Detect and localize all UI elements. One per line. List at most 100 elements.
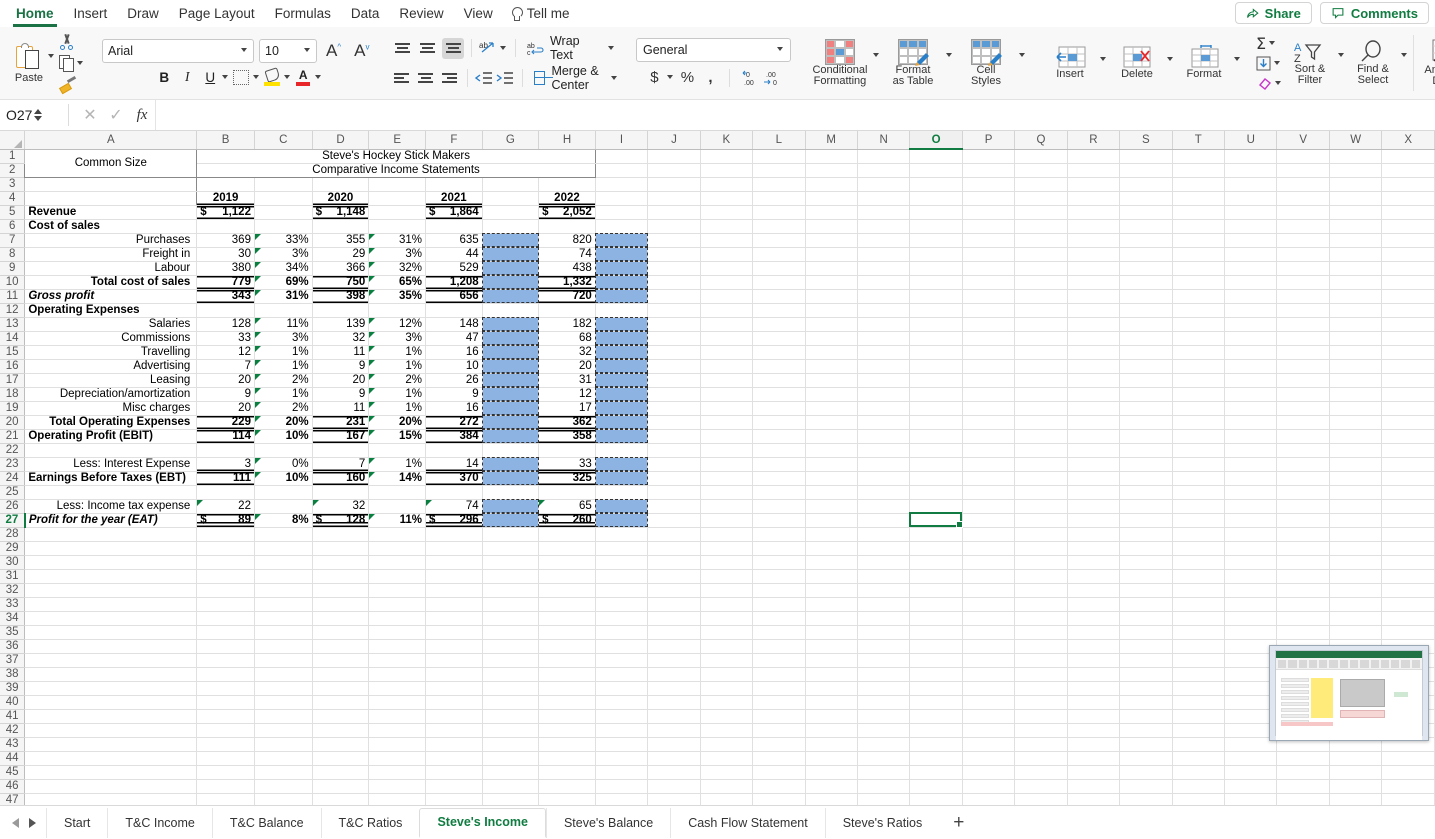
cell-Q42[interactable] (1014, 723, 1068, 738)
cell-G28[interactable] (482, 527, 540, 542)
cell-G34[interactable] (482, 611, 540, 626)
cell-F37[interactable] (425, 653, 483, 668)
cell-C17[interactable]: 2% (254, 373, 313, 388)
cell-X30[interactable] (1381, 555, 1435, 570)
cell-R31[interactable] (1067, 569, 1121, 584)
row-header-16[interactable]: 16 (0, 359, 26, 374)
cell-I46[interactable] (595, 779, 649, 794)
fill-color-dropdown-caret[interactable] (284, 74, 291, 81)
cell-A9[interactable]: Labour (24, 261, 198, 276)
cell-S41[interactable] (1119, 709, 1173, 724)
cell-H10[interactable]: 1,332 (538, 275, 596, 290)
cell-J47[interactable] (647, 793, 701, 805)
cell-S35[interactable] (1119, 625, 1173, 640)
cell-S6[interactable] (1119, 219, 1173, 234)
cell-P37[interactable] (962, 653, 1016, 668)
cell-Q10[interactable] (1014, 275, 1068, 290)
column-header-J[interactable]: J (647, 131, 701, 150)
cell-N15[interactable] (857, 345, 911, 360)
cell-A8[interactable]: Freight in (24, 247, 198, 262)
cell-A25[interactable] (24, 485, 198, 500)
cell-G47[interactable] (482, 793, 540, 805)
cell-K19[interactable] (700, 401, 754, 416)
align-top-button[interactable] (391, 38, 413, 59)
cell-O11[interactable] (909, 289, 963, 304)
cell-Q20[interactable] (1014, 415, 1068, 430)
cell-M8[interactable] (805, 247, 858, 262)
cell-J26[interactable] (647, 499, 701, 514)
cell-N19[interactable] (857, 401, 911, 416)
cell-F39[interactable] (425, 681, 483, 696)
cell-V4[interactable] (1276, 191, 1330, 206)
cell-N11[interactable] (857, 289, 911, 304)
cell-T2[interactable] (1172, 163, 1226, 178)
cell-F32[interactable] (425, 583, 483, 598)
cell-P10[interactable] (962, 275, 1016, 290)
cell-D12[interactable] (312, 303, 370, 318)
cell-J30[interactable] (647, 555, 701, 570)
cell-J35[interactable] (647, 625, 701, 640)
cell-O37[interactable] (909, 653, 963, 668)
cell-I3[interactable] (595, 177, 649, 192)
increase-decimal-button[interactable]: 0.00 (739, 67, 759, 89)
row-header-32[interactable]: 32 (0, 583, 26, 598)
cell-R11[interactable] (1067, 289, 1121, 304)
cell-Q33[interactable] (1014, 597, 1068, 612)
cell-I9[interactable] (595, 261, 649, 276)
cell-J33[interactable] (647, 597, 701, 612)
cell-U32[interactable] (1224, 583, 1278, 598)
cell-E23[interactable]: 1% (368, 457, 426, 472)
cell-U15[interactable] (1224, 345, 1278, 360)
column-header-H[interactable]: H (538, 131, 596, 150)
cell-A7[interactable]: Purchases (24, 233, 198, 248)
cell-F18[interactable]: 9 (425, 387, 483, 402)
cell-U6[interactable] (1224, 219, 1278, 234)
cell-J8[interactable] (647, 247, 701, 262)
column-header-I[interactable]: I (595, 131, 649, 150)
column-header-A[interactable]: A (24, 131, 198, 150)
column-header-E[interactable]: E (368, 131, 426, 150)
cell-V21[interactable] (1276, 429, 1330, 444)
cell-S38[interactable] (1119, 667, 1173, 682)
cell-H6[interactable] (538, 219, 596, 234)
cell-V3[interactable] (1276, 177, 1330, 192)
cell-S26[interactable] (1119, 499, 1173, 514)
cell-R22[interactable] (1067, 443, 1121, 458)
cell-K25[interactable] (700, 485, 754, 500)
ribbon-tab-draw[interactable]: Draw (117, 1, 169, 27)
cell-C46[interactable] (254, 779, 313, 794)
cell-M20[interactable] (805, 415, 858, 430)
cell-T19[interactable] (1172, 401, 1226, 416)
cell-Q37[interactable] (1014, 653, 1068, 668)
column-header-V[interactable]: V (1276, 131, 1330, 150)
cell-K36[interactable] (700, 639, 754, 654)
cell-B10[interactable]: 779 (196, 275, 255, 290)
cell-C36[interactable] (254, 639, 313, 654)
cell-W32[interactable] (1329, 583, 1383, 598)
cell-O16[interactable] (909, 359, 963, 374)
cell-P8[interactable] (962, 247, 1016, 262)
cell-O21[interactable] (909, 429, 963, 444)
cell-S21[interactable] (1119, 429, 1173, 444)
cell-H15[interactable]: 32 (538, 345, 596, 360)
cell-R1[interactable] (1067, 149, 1121, 164)
cell-H13[interactable]: 182 (538, 317, 596, 332)
cell-N33[interactable] (857, 597, 911, 612)
confirm-entry-button[interactable]: ✓ (103, 105, 129, 125)
cell-B7[interactable]: 369 (196, 233, 255, 248)
cell-I43[interactable] (595, 737, 649, 752)
cell-T38[interactable] (1172, 667, 1226, 682)
cell-E5[interactable] (368, 205, 426, 220)
cell-N23[interactable] (857, 457, 911, 472)
cell-T37[interactable] (1172, 653, 1226, 668)
cell-S29[interactable] (1119, 541, 1173, 556)
cell-O27[interactable] (909, 513, 963, 528)
cell-A41[interactable] (24, 709, 198, 724)
cell-M6[interactable] (805, 219, 858, 234)
cell-W2[interactable] (1329, 163, 1383, 178)
cell-I29[interactable] (595, 541, 649, 556)
select-all-corner[interactable] (0, 131, 26, 150)
cell-N40[interactable] (857, 695, 911, 710)
cell-X35[interactable] (1381, 625, 1435, 640)
cell-X22[interactable] (1381, 443, 1435, 458)
